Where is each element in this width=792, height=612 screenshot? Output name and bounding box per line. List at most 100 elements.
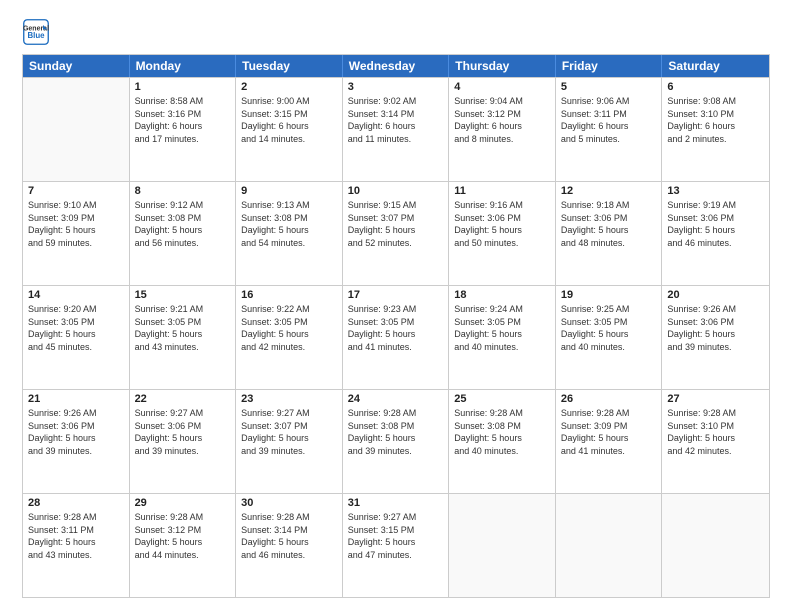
cell-date: 1 [135, 81, 231, 93]
cal-cell: 4 Sunrise: 9:04 AM Sunset: 3:12 PM Daylig… [449, 78, 556, 181]
cal-cell: 8 Sunrise: 9:12 AM Sunset: 3:08 PM Daylig… [130, 182, 237, 285]
cell-date: 13 [667, 185, 764, 197]
cell-info: Sunrise: 9:27 AM Sunset: 3:15 PM Dayligh… [348, 511, 444, 561]
cell-info: Sunrise: 9:28 AM Sunset: 3:08 PM Dayligh… [454, 407, 550, 457]
cell-info: Sunrise: 9:13 AM Sunset: 3:08 PM Dayligh… [241, 199, 337, 249]
cell-info: Sunrise: 9:18 AM Sunset: 3:06 PM Dayligh… [561, 199, 657, 249]
cell-date: 26 [561, 393, 657, 405]
cal-cell: 3Sunrise: 9:02 AM Sunset: 3:14 PM Daylig… [343, 78, 450, 181]
cell-info: Sunrise: 9:12 AM Sunset: 3:08 PM Dayligh… [135, 199, 231, 249]
header-day-saturday: Saturday [662, 55, 769, 77]
cell-info: Sunrise: 9:28 AM Sunset: 3:12 PM Dayligh… [135, 511, 231, 561]
cell-info: Sunrise: 9:19 AM Sunset: 3:06 PM Dayligh… [667, 199, 764, 249]
cell-date: 21 [28, 393, 124, 405]
logo: General Blue [22, 18, 50, 46]
cal-cell: 27 Sunrise: 9:28 AM Sunset: 3:10 PM Dayli… [662, 390, 769, 493]
svg-text:Blue: Blue [27, 31, 45, 40]
cal-cell: 6 Sunrise: 9:08 AM Sunset: 3:10 PM Daylig… [662, 78, 769, 181]
cell-info: Sunrise: 9:10 AM Sunset: 3:09 PM Dayligh… [28, 199, 124, 249]
cell-date: 22 [135, 393, 231, 405]
cell-date: 14 [28, 289, 124, 301]
cal-cell [662, 494, 769, 597]
cell-date: 8 [135, 185, 231, 197]
cal-cell: 13 Sunrise: 9:19 AM Sunset: 3:06 PM Dayli… [662, 182, 769, 285]
cal-cell: 17 Sunrise: 9:23 AM Sunset: 3:05 PM Dayli… [343, 286, 450, 389]
header-day-wednesday: Wednesday [343, 55, 450, 77]
calendar-page: General Blue SundayMondayTuesdayWednesda… [0, 0, 792, 612]
cell-date: 6 [667, 81, 764, 93]
header-day-monday: Monday [130, 55, 237, 77]
cell-info: Sunrise: 8:58 AM Sunset: 3:16 PM Dayligh… [135, 95, 231, 145]
cell-date: 31 [348, 497, 444, 509]
cell-date: 20 [667, 289, 764, 301]
header-day-tuesday: Tuesday [236, 55, 343, 77]
cal-cell [556, 494, 663, 597]
cell-info: Sunrise: 9:27 AM Sunset: 3:07 PM Dayligh… [241, 407, 337, 457]
cal-cell: 30 Sunrise: 9:28 AM Sunset: 3:14 PM Dayli… [236, 494, 343, 597]
cal-cell: 20 Sunrise: 9:26 AM Sunset: 3:06 PM Dayli… [662, 286, 769, 389]
cal-cell: 2 Sunrise: 9:00 AM Sunset: 3:15 PM Daylig… [236, 78, 343, 181]
cell-date: 30 [241, 497, 337, 509]
cell-date: 17 [348, 289, 444, 301]
cell-date: 18 [454, 289, 550, 301]
cell-info: Sunrise: 9:28 AM Sunset: 3:10 PM Dayligh… [667, 407, 764, 457]
cal-cell: 9 Sunrise: 9:13 AM Sunset: 3:08 PM Daylig… [236, 182, 343, 285]
cell-date: 9 [241, 185, 337, 197]
cell-info: Sunrise: 9:21 AM Sunset: 3:05 PM Dayligh… [135, 303, 231, 353]
cal-cell: 12 Sunrise: 9:18 AM Sunset: 3:06 PM Dayli… [556, 182, 663, 285]
cell-info: Sunrise: 9:22 AM Sunset: 3:05 PM Dayligh… [241, 303, 337, 353]
cell-date: 25 [454, 393, 550, 405]
cal-cell: 16 Sunrise: 9:22 AM Sunset: 3:05 PM Dayli… [236, 286, 343, 389]
cell-info: Sunrise: 9:23 AM Sunset: 3:05 PM Dayligh… [348, 303, 444, 353]
cell-date: 3 [348, 81, 444, 93]
cal-cell [449, 494, 556, 597]
cal-cell: 29Sunrise: 9:28 AM Sunset: 3:12 PM Dayli… [130, 494, 237, 597]
week-row-4: 21 Sunrise: 9:26 AM Sunset: 3:06 PM Dayli… [23, 389, 769, 493]
cal-cell: 18Sunrise: 9:24 AM Sunset: 3:05 PM Dayli… [449, 286, 556, 389]
logo-icon: General Blue [22, 18, 50, 46]
cell-info: Sunrise: 9:25 AM Sunset: 3:05 PM Dayligh… [561, 303, 657, 353]
cell-info: Sunrise: 9:28 AM Sunset: 3:14 PM Dayligh… [241, 511, 337, 561]
cell-date: 15 [135, 289, 231, 301]
cell-date: 28 [28, 497, 124, 509]
week-row-1: 1 Sunrise: 8:58 AM Sunset: 3:16 PM Daylig… [23, 77, 769, 181]
cell-date: 23 [241, 393, 337, 405]
cell-info: Sunrise: 9:26 AM Sunset: 3:06 PM Dayligh… [28, 407, 124, 457]
cell-info: Sunrise: 9:28 AM Sunset: 3:08 PM Dayligh… [348, 407, 444, 457]
cal-cell: 19Sunrise: 9:25 AM Sunset: 3:05 PM Dayli… [556, 286, 663, 389]
cal-cell: 15 Sunrise: 9:21 AM Sunset: 3:05 PM Dayli… [130, 286, 237, 389]
cal-cell: 25 Sunrise: 9:28 AM Sunset: 3:08 PM Dayli… [449, 390, 556, 493]
cell-info: Sunrise: 9:28 AM Sunset: 3:11 PM Dayligh… [28, 511, 124, 561]
cell-date: 4 [454, 81, 550, 93]
cal-cell: 14Sunrise: 9:20 AM Sunset: 3:05 PM Dayli… [23, 286, 130, 389]
cell-date: 2 [241, 81, 337, 93]
cell-date: 5 [561, 81, 657, 93]
cell-date: 7 [28, 185, 124, 197]
cell-date: 27 [667, 393, 764, 405]
cal-cell: 22 Sunrise: 9:27 AM Sunset: 3:06 PM Dayli… [130, 390, 237, 493]
cal-cell: 23 Sunrise: 9:27 AM Sunset: 3:07 PM Dayli… [236, 390, 343, 493]
cell-info: Sunrise: 9:04 AM Sunset: 3:12 PM Dayligh… [454, 95, 550, 145]
week-row-5: 28 Sunrise: 9:28 AM Sunset: 3:11 PM Dayli… [23, 493, 769, 597]
cal-cell: 7 Sunrise: 9:10 AM Sunset: 3:09 PM Daylig… [23, 182, 130, 285]
cal-cell: 1 Sunrise: 8:58 AM Sunset: 3:16 PM Daylig… [130, 78, 237, 181]
cell-date: 12 [561, 185, 657, 197]
cell-info: Sunrise: 9:26 AM Sunset: 3:06 PM Dayligh… [667, 303, 764, 353]
cal-cell: 28 Sunrise: 9:28 AM Sunset: 3:11 PM Dayli… [23, 494, 130, 597]
cell-info: Sunrise: 9:08 AM Sunset: 3:10 PM Dayligh… [667, 95, 764, 145]
cal-cell: 11Sunrise: 9:16 AM Sunset: 3:06 PM Dayli… [449, 182, 556, 285]
cal-cell: 5 Sunrise: 9:06 AM Sunset: 3:11 PM Daylig… [556, 78, 663, 181]
header-day-friday: Friday [556, 55, 663, 77]
cal-cell: 26 Sunrise: 9:28 AM Sunset: 3:09 PM Dayli… [556, 390, 663, 493]
cell-date: 10 [348, 185, 444, 197]
header-day-thursday: Thursday [449, 55, 556, 77]
week-row-2: 7 Sunrise: 9:10 AM Sunset: 3:09 PM Daylig… [23, 181, 769, 285]
cal-cell: 10Sunrise: 9:15 AM Sunset: 3:07 PM Dayli… [343, 182, 450, 285]
cell-info: Sunrise: 9:06 AM Sunset: 3:11 PM Dayligh… [561, 95, 657, 145]
header-day-sunday: Sunday [23, 55, 130, 77]
cell-info: Sunrise: 9:00 AM Sunset: 3:15 PM Dayligh… [241, 95, 337, 145]
cell-info: Sunrise: 9:28 AM Sunset: 3:09 PM Dayligh… [561, 407, 657, 457]
cell-date: 11 [454, 185, 550, 197]
cell-info: Sunrise: 9:27 AM Sunset: 3:06 PM Dayligh… [135, 407, 231, 457]
cell-date: 16 [241, 289, 337, 301]
